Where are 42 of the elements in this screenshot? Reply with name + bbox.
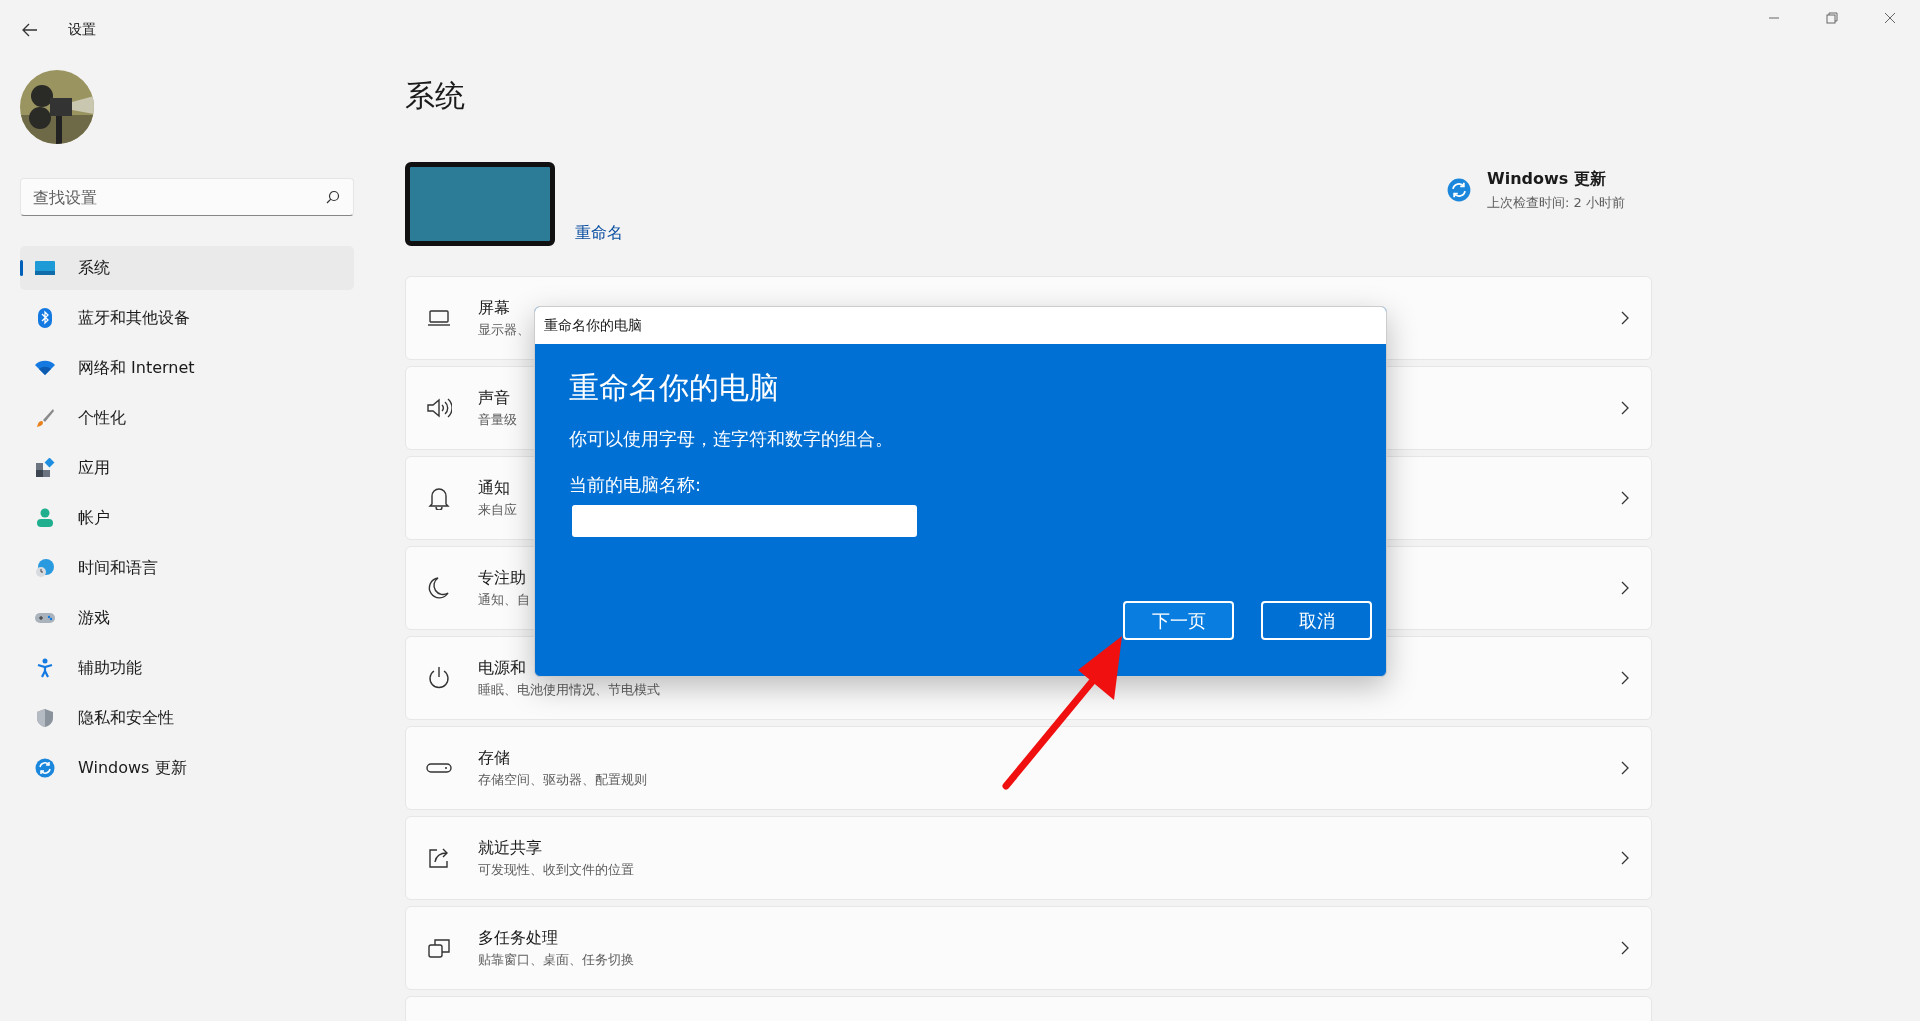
sidebar-item[interactable]: 系统 [20, 246, 354, 290]
settings-row[interactable]: 存储 存储空间、驱动器、配置规则 [405, 726, 1652, 810]
row-subtitle: 来自应 [478, 500, 517, 519]
row-subtitle: 贴靠窗口、桌面、任务切换 [478, 950, 634, 969]
dialog-heading: 重命名你的电脑 [569, 369, 780, 407]
sidebar-item[interactable]: 游戏 [20, 596, 354, 640]
search-field[interactable]: 查找设置 [20, 178, 354, 216]
sidebar-item[interactable]: 个性化 [20, 396, 354, 440]
row-title: 专注助 [478, 567, 527, 589]
cancel-button[interactable]: 取消 [1261, 601, 1372, 640]
sidebar-item[interactable]: 隐私和安全性 [20, 696, 354, 740]
name-label: 当前的电脑名称: [569, 473, 703, 497]
row-title: 就近共享 [478, 837, 543, 859]
settings-row[interactable]: 多任务处理 贴靠窗口、桌面、任务切换 [405, 906, 1652, 990]
row-subtitle: 音量级 [478, 410, 517, 429]
sidebar-item[interactable]: 帐户 [20, 496, 354, 540]
row-title: 声音 [478, 387, 511, 409]
dialog-description: 你可以使用字母，连字符和数字的组合。 [569, 427, 894, 451]
rename-link[interactable]: 重命名 [575, 223, 623, 244]
row-subtitle: 睡眠、电池使用情况、节电模式 [478, 680, 660, 699]
update-title[interactable]: Windows 更新 [1487, 168, 1625, 190]
next-button[interactable]: 下一页 [1123, 601, 1234, 640]
sidebar-item[interactable]: 网络和 Internet [20, 346, 354, 390]
row-subtitle: 存储空间、驱动器、配置规则 [478, 770, 647, 789]
sidebar-item[interactable]: 辅助功能 [20, 646, 354, 690]
row-subtitle: 显示器、 [478, 320, 530, 339]
update-status: 上次检查时间: 2 小时前 [1487, 193, 1625, 212]
row-title: 电源和 [478, 657, 527, 679]
dialog-title: 重命名你的电脑 [535, 307, 1386, 344]
row-title: 通知 [478, 477, 511, 499]
sidebar-item[interactable]: Windows 更新 [20, 746, 354, 790]
row-title: 屏幕 [478, 297, 511, 319]
row-subtitle: 通知、自 [478, 590, 530, 609]
row-subtitle: 可发现性、收到文件的位置 [478, 860, 634, 879]
page-title: 系统 [405, 77, 466, 115]
settings-row[interactable]: 就近共享 可发现性、收到文件的位置 [405, 816, 1652, 900]
row-title: 多任务处理 [478, 927, 559, 949]
window-title: 设置 [68, 21, 96, 39]
sidebar-item[interactable]: 蓝牙和其他设备 [20, 296, 354, 340]
row-title: 存储 [478, 747, 511, 769]
sidebar-item[interactable]: 时间和语言 [20, 546, 354, 590]
sidebar-item[interactable]: 应用 [20, 446, 354, 490]
